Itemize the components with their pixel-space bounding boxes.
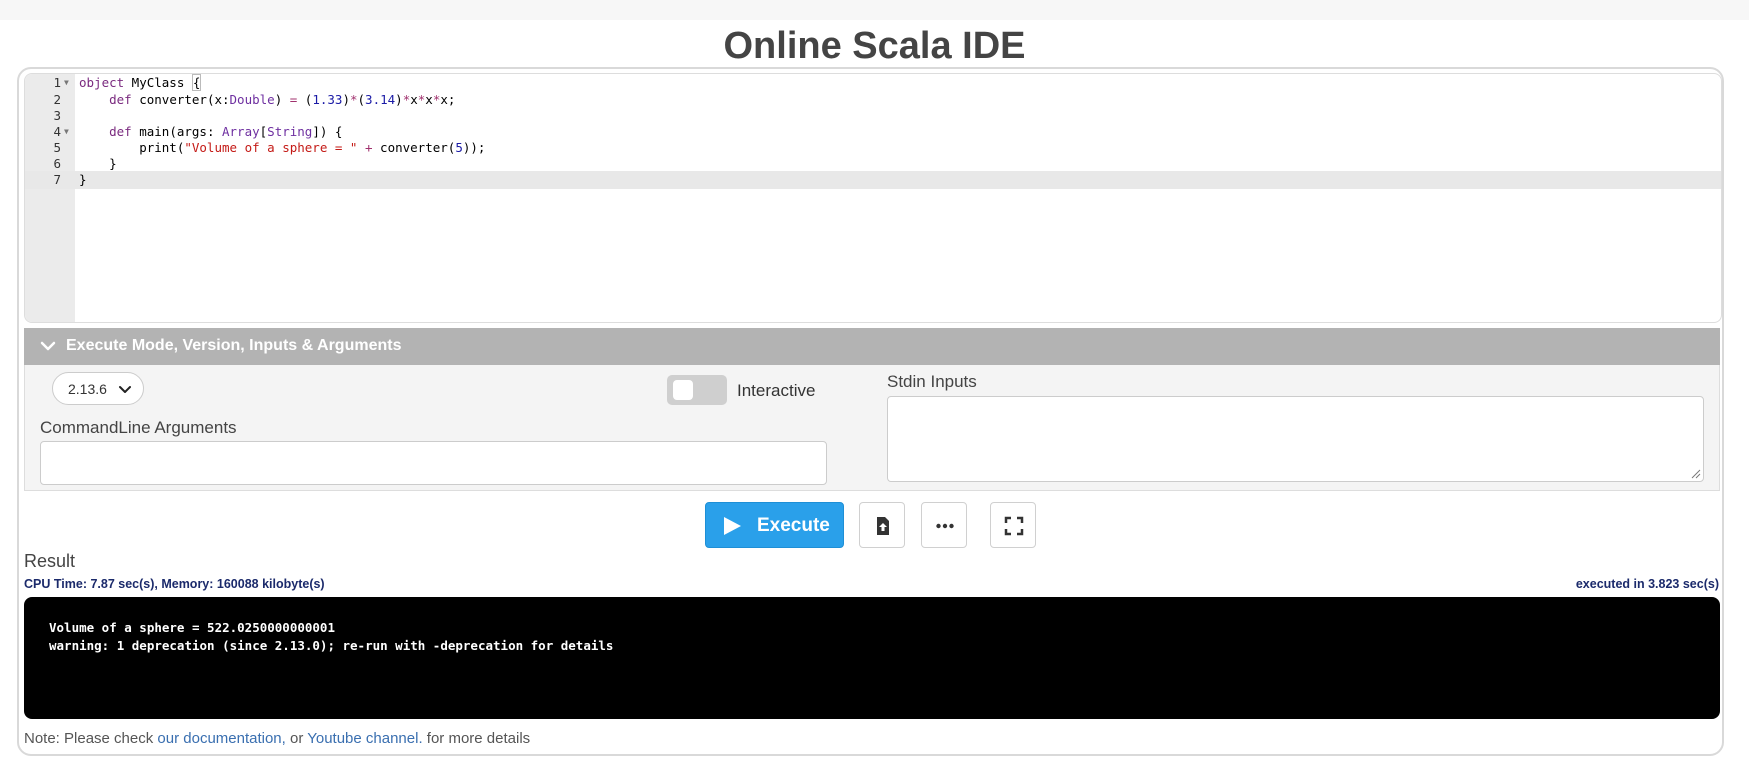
line-number: 6 — [53, 155, 61, 171]
code-line-3[interactable]: 3 — [25, 107, 1721, 125]
code-line-2[interactable]: 2 def converter(x:Double) = (1.33)*(3.14… — [25, 91, 1721, 109]
interactive-toggle[interactable] — [667, 375, 727, 405]
fullscreen-icon — [1004, 516, 1024, 536]
chevron-down-icon — [40, 341, 56, 351]
execution-time: executed in 3.823 sec(s) — [1575, 577, 1719, 591]
output-console: Volume of a sphere = 522.0250000000001 w… — [24, 597, 1720, 719]
code-line-1[interactable]: 1 ▼ object MyClass { — [25, 74, 1721, 92]
youtube-link[interactable]: Youtube channel. — [307, 730, 422, 747]
documentation-link[interactable]: our documentation, — [157, 730, 285, 747]
result-label: Result — [24, 551, 76, 571]
fold-arrow-icon[interactable]: ▼ — [64, 74, 69, 92]
output-line: Volume of a sphere = 522.0250000000001 — [49, 620, 335, 635]
interactive-label: Interactive — [737, 381, 816, 400]
more-options-button[interactable] — [921, 502, 967, 548]
stdin-input[interactable] — [887, 396, 1704, 482]
line-number: 4 — [53, 123, 61, 139]
page-title: Online Scala IDE — [723, 25, 1026, 67]
version-select[interactable]: 2.13.6 — [52, 372, 144, 405]
footer-note: Note: Please check our documentation, or… — [24, 730, 531, 747]
line-number: 2 — [53, 91, 61, 107]
code-text: } — [79, 172, 87, 187]
line-number: 1 — [53, 75, 61, 90]
code-text: object MyClass { — [79, 74, 202, 91]
play-icon — [724, 517, 741, 535]
cpu-info: CPU Time: 7.87 sec(s), Memory: 160088 ki… — [24, 577, 325, 591]
code-line-6[interactable]: 6 } — [25, 155, 1721, 173]
code-text: def main(args: Array[String]) { — [109, 123, 343, 139]
more-horizontal-icon — [936, 523, 954, 529]
stdin-label: Stdin Inputs — [887, 372, 977, 391]
cmd-args-input[interactable] — [40, 441, 827, 485]
code-text: def converter(x:Double) = (1.33)*(3.14)*… — [109, 91, 456, 107]
file-upload-icon — [877, 517, 889, 535]
code-editor[interactable]: 1 ▼ object MyClass { 2 def converter(x:D… — [24, 73, 1722, 323]
output-line: warning: 1 deprecation (since 2.13.0); r… — [49, 638, 614, 653]
chevron-down-icon — [119, 386, 131, 393]
code-line-4[interactable]: 4 ▼ def main(args: Array[String]) { — [25, 123, 1721, 141]
execute-button[interactable]: Execute — [705, 502, 844, 548]
upload-file-button[interactable] — [859, 502, 905, 548]
cmd-args-label: CommandLine Arguments — [40, 418, 237, 437]
options-header[interactable]: Execute Mode, Version, Inputs & Argument… — [24, 328, 1720, 365]
code-line-5[interactable]: 5 print("Volume of a sphere = " + conver… — [25, 139, 1721, 157]
code-text: print("Volume of a sphere = " + converte… — [79, 139, 486, 155]
line-number: 3 — [53, 107, 61, 123]
toggle-knob — [673, 380, 693, 400]
code-text: } — [79, 155, 117, 171]
options-header-label: Execute Mode, Version, Inputs & Argument… — [66, 337, 402, 354]
execute-label: Execute — [757, 515, 830, 536]
code-line-7[interactable]: 7 } — [25, 171, 1721, 189]
resize-grip-icon[interactable] — [1691, 469, 1701, 479]
fullscreen-button[interactable] — [990, 502, 1036, 548]
line-number: 5 — [53, 139, 61, 155]
version-value: 2.13.6 — [68, 381, 107, 397]
line-number: 7 — [53, 172, 61, 187]
top-bar — [0, 0, 1749, 20]
fold-arrow-icon[interactable]: ▼ — [64, 123, 69, 141]
